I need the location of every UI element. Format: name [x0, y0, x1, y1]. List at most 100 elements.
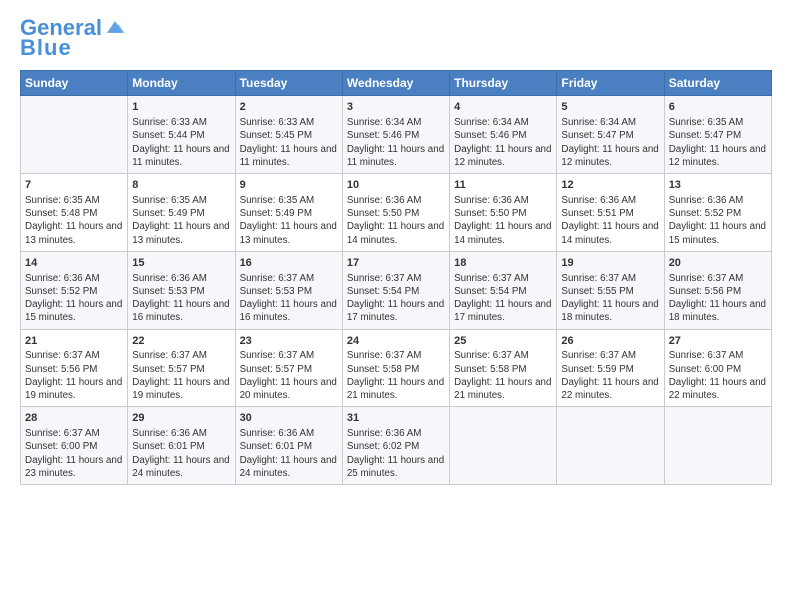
day-number: 1: [132, 100, 230, 115]
sunrise-text: Sunrise: 6:36 AM: [454, 194, 552, 207]
day-number: 19: [561, 256, 659, 271]
sunset-text: Sunset: 5:55 PM: [561, 285, 659, 298]
calendar-cell: 22Sunrise: 6:37 AMSunset: 5:57 PMDayligh…: [128, 329, 235, 407]
day-number: 17: [347, 256, 445, 271]
calendar-cell: 20Sunrise: 6:37 AMSunset: 5:56 PMDayligh…: [664, 251, 771, 329]
sunset-text: Sunset: 5:58 PM: [347, 363, 445, 376]
day-number: 13: [669, 178, 767, 193]
calendar-cell: 19Sunrise: 6:37 AMSunset: 5:55 PMDayligh…: [557, 251, 664, 329]
week-row-2: 7Sunrise: 6:35 AMSunset: 5:48 PMDaylight…: [21, 174, 772, 252]
calendar-cell: 5Sunrise: 6:34 AMSunset: 5:47 PMDaylight…: [557, 96, 664, 174]
sunrise-text: Sunrise: 6:36 AM: [347, 194, 445, 207]
daylight-text: Daylight: 11 hours and 11 minutes.: [132, 143, 230, 169]
daylight-text: Daylight: 11 hours and 14 minutes.: [561, 220, 659, 246]
daylight-text: Daylight: 11 hours and 12 minutes.: [454, 143, 552, 169]
calendar-cell: 13Sunrise: 6:36 AMSunset: 5:52 PMDayligh…: [664, 174, 771, 252]
sunset-text: Sunset: 5:54 PM: [347, 285, 445, 298]
day-number: 20: [669, 256, 767, 271]
sunset-text: Sunset: 5:45 PM: [240, 129, 338, 142]
calendar-cell: 12Sunrise: 6:36 AMSunset: 5:51 PMDayligh…: [557, 174, 664, 252]
col-header-saturday: Saturday: [664, 71, 771, 96]
calendar-cell: 9Sunrise: 6:35 AMSunset: 5:49 PMDaylight…: [235, 174, 342, 252]
calendar-cell: 31Sunrise: 6:36 AMSunset: 6:02 PMDayligh…: [342, 407, 449, 485]
calendar-cell: 30Sunrise: 6:36 AMSunset: 6:01 PMDayligh…: [235, 407, 342, 485]
calendar-table: SundayMondayTuesdayWednesdayThursdayFrid…: [20, 70, 772, 485]
sunrise-text: Sunrise: 6:36 AM: [561, 194, 659, 207]
calendar-cell: 16Sunrise: 6:37 AMSunset: 5:53 PMDayligh…: [235, 251, 342, 329]
logo-icon: [104, 16, 126, 38]
day-number: 4: [454, 100, 552, 115]
daylight-text: Daylight: 11 hours and 11 minutes.: [347, 143, 445, 169]
sunset-text: Sunset: 5:56 PM: [669, 285, 767, 298]
day-number: 31: [347, 411, 445, 426]
daylight-text: Daylight: 11 hours and 16 minutes.: [132, 298, 230, 324]
sunset-text: Sunset: 5:52 PM: [25, 285, 123, 298]
sunrise-text: Sunrise: 6:37 AM: [561, 272, 659, 285]
sunrise-text: Sunrise: 6:33 AM: [240, 116, 338, 129]
calendar-cell: 26Sunrise: 6:37 AMSunset: 5:59 PMDayligh…: [557, 329, 664, 407]
sunset-text: Sunset: 5:49 PM: [132, 207, 230, 220]
sunrise-text: Sunrise: 6:35 AM: [132, 194, 230, 207]
day-number: 28: [25, 411, 123, 426]
calendar-cell: 11Sunrise: 6:36 AMSunset: 5:50 PMDayligh…: [450, 174, 557, 252]
calendar-cell: 7Sunrise: 6:35 AMSunset: 5:48 PMDaylight…: [21, 174, 128, 252]
sunset-text: Sunset: 5:46 PM: [347, 129, 445, 142]
day-number: 27: [669, 334, 767, 349]
col-header-friday: Friday: [557, 71, 664, 96]
calendar-cell: [557, 407, 664, 485]
sunrise-text: Sunrise: 6:34 AM: [454, 116, 552, 129]
sunset-text: Sunset: 5:57 PM: [132, 363, 230, 376]
calendar-cell: 10Sunrise: 6:36 AMSunset: 5:50 PMDayligh…: [342, 174, 449, 252]
calendar-cell: 1Sunrise: 6:33 AMSunset: 5:44 PMDaylight…: [128, 96, 235, 174]
sunset-text: Sunset: 5:53 PM: [240, 285, 338, 298]
day-number: 2: [240, 100, 338, 115]
daylight-text: Daylight: 11 hours and 22 minutes.: [561, 376, 659, 402]
sunset-text: Sunset: 5:54 PM: [454, 285, 552, 298]
sunset-text: Sunset: 5:47 PM: [561, 129, 659, 142]
calendar-cell: [21, 96, 128, 174]
day-number: 25: [454, 334, 552, 349]
sunrise-text: Sunrise: 6:36 AM: [240, 427, 338, 440]
calendar-cell: [450, 407, 557, 485]
header-row: SundayMondayTuesdayWednesdayThursdayFrid…: [21, 71, 772, 96]
daylight-text: Daylight: 11 hours and 21 minutes.: [454, 376, 552, 402]
daylight-text: Daylight: 11 hours and 13 minutes.: [132, 220, 230, 246]
day-number: 16: [240, 256, 338, 271]
sunset-text: Sunset: 5:46 PM: [454, 129, 552, 142]
calendar-cell: 15Sunrise: 6:36 AMSunset: 5:53 PMDayligh…: [128, 251, 235, 329]
daylight-text: Daylight: 11 hours and 20 minutes.: [240, 376, 338, 402]
daylight-text: Daylight: 11 hours and 12 minutes.: [669, 143, 767, 169]
daylight-text: Daylight: 11 hours and 15 minutes.: [669, 220, 767, 246]
sunrise-text: Sunrise: 6:37 AM: [347, 272, 445, 285]
calendar-cell: 3Sunrise: 6:34 AMSunset: 5:46 PMDaylight…: [342, 96, 449, 174]
day-number: 7: [25, 178, 123, 193]
sunset-text: Sunset: 6:00 PM: [669, 363, 767, 376]
sunrise-text: Sunrise: 6:35 AM: [669, 116, 767, 129]
sunrise-text: Sunrise: 6:37 AM: [454, 349, 552, 362]
calendar-cell: 29Sunrise: 6:36 AMSunset: 6:01 PMDayligh…: [128, 407, 235, 485]
day-number: 9: [240, 178, 338, 193]
daylight-text: Daylight: 11 hours and 24 minutes.: [240, 454, 338, 480]
week-row-3: 14Sunrise: 6:36 AMSunset: 5:52 PMDayligh…: [21, 251, 772, 329]
week-row-5: 28Sunrise: 6:37 AMSunset: 6:00 PMDayligh…: [21, 407, 772, 485]
sunrise-text: Sunrise: 6:37 AM: [25, 427, 123, 440]
daylight-text: Daylight: 11 hours and 24 minutes.: [132, 454, 230, 480]
daylight-text: Daylight: 11 hours and 17 minutes.: [454, 298, 552, 324]
sunrise-text: Sunrise: 6:37 AM: [240, 349, 338, 362]
calendar-cell: [664, 407, 771, 485]
day-number: 5: [561, 100, 659, 115]
day-number: 24: [347, 334, 445, 349]
daylight-text: Daylight: 11 hours and 14 minutes.: [347, 220, 445, 246]
sunset-text: Sunset: 5:50 PM: [347, 207, 445, 220]
daylight-text: Daylight: 11 hours and 18 minutes.: [669, 298, 767, 324]
sunset-text: Sunset: 5:57 PM: [240, 363, 338, 376]
calendar-cell: 21Sunrise: 6:37 AMSunset: 5:56 PMDayligh…: [21, 329, 128, 407]
sunset-text: Sunset: 6:01 PM: [132, 440, 230, 453]
day-number: 14: [25, 256, 123, 271]
daylight-text: Daylight: 11 hours and 14 minutes.: [454, 220, 552, 246]
sunrise-text: Sunrise: 6:37 AM: [240, 272, 338, 285]
header: General Blue: [20, 16, 772, 60]
col-header-sunday: Sunday: [21, 71, 128, 96]
day-number: 29: [132, 411, 230, 426]
daylight-text: Daylight: 11 hours and 13 minutes.: [240, 220, 338, 246]
